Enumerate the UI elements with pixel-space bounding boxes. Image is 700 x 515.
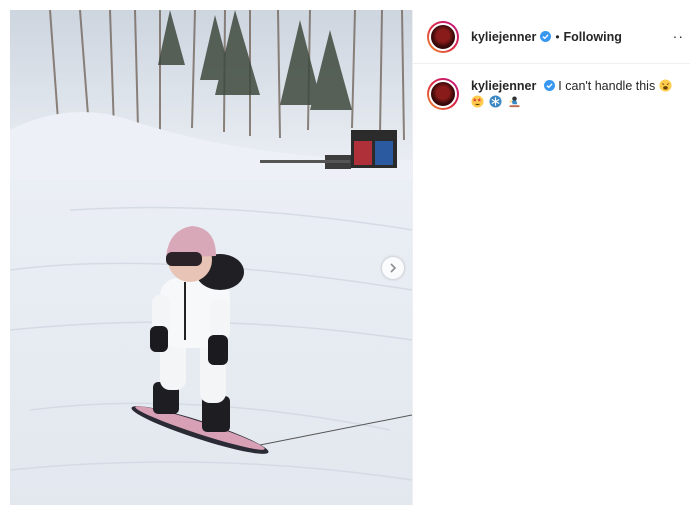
verified-badge-icon [543, 80, 555, 91]
post-header: kyliejenner • Following ·· [413, 10, 690, 64]
instagram-post: kyliejenner • Following ·· kyliejenner I… [10, 10, 690, 505]
post-media[interactable] [10, 10, 412, 505]
more-options-icon[interactable]: ·· [673, 28, 684, 44]
verified-badge-icon [540, 31, 552, 42]
chevron-right-icon [390, 263, 397, 273]
following-button[interactable]: Following [564, 30, 622, 44]
caption: kyliejenner I can't handle this [413, 64, 690, 110]
snowboarding-child-photo [10, 10, 412, 505]
header-separator: • [555, 29, 560, 44]
snowflake-emoji [489, 95, 503, 108]
post-side-panel: kyliejenner • Following ·· kyliejenner I… [412, 10, 690, 505]
caption-text: kyliejenner I can't handle this [471, 78, 676, 110]
caption-avatar[interactable] [427, 78, 459, 110]
caption-username[interactable]: kyliejenner [471, 79, 536, 93]
caption-body: I can't handle this [558, 79, 656, 93]
carousel-next-button[interactable] [382, 257, 404, 279]
tired-face-emoji [659, 79, 672, 92]
header-username[interactable]: kyliejenner [471, 30, 536, 44]
snowboarder-emoji [509, 96, 520, 108]
avatar[interactable] [427, 20, 459, 53]
star-struck-emoji [471, 95, 484, 108]
avatar-image [429, 22, 457, 51]
avatar-image [429, 80, 457, 108]
